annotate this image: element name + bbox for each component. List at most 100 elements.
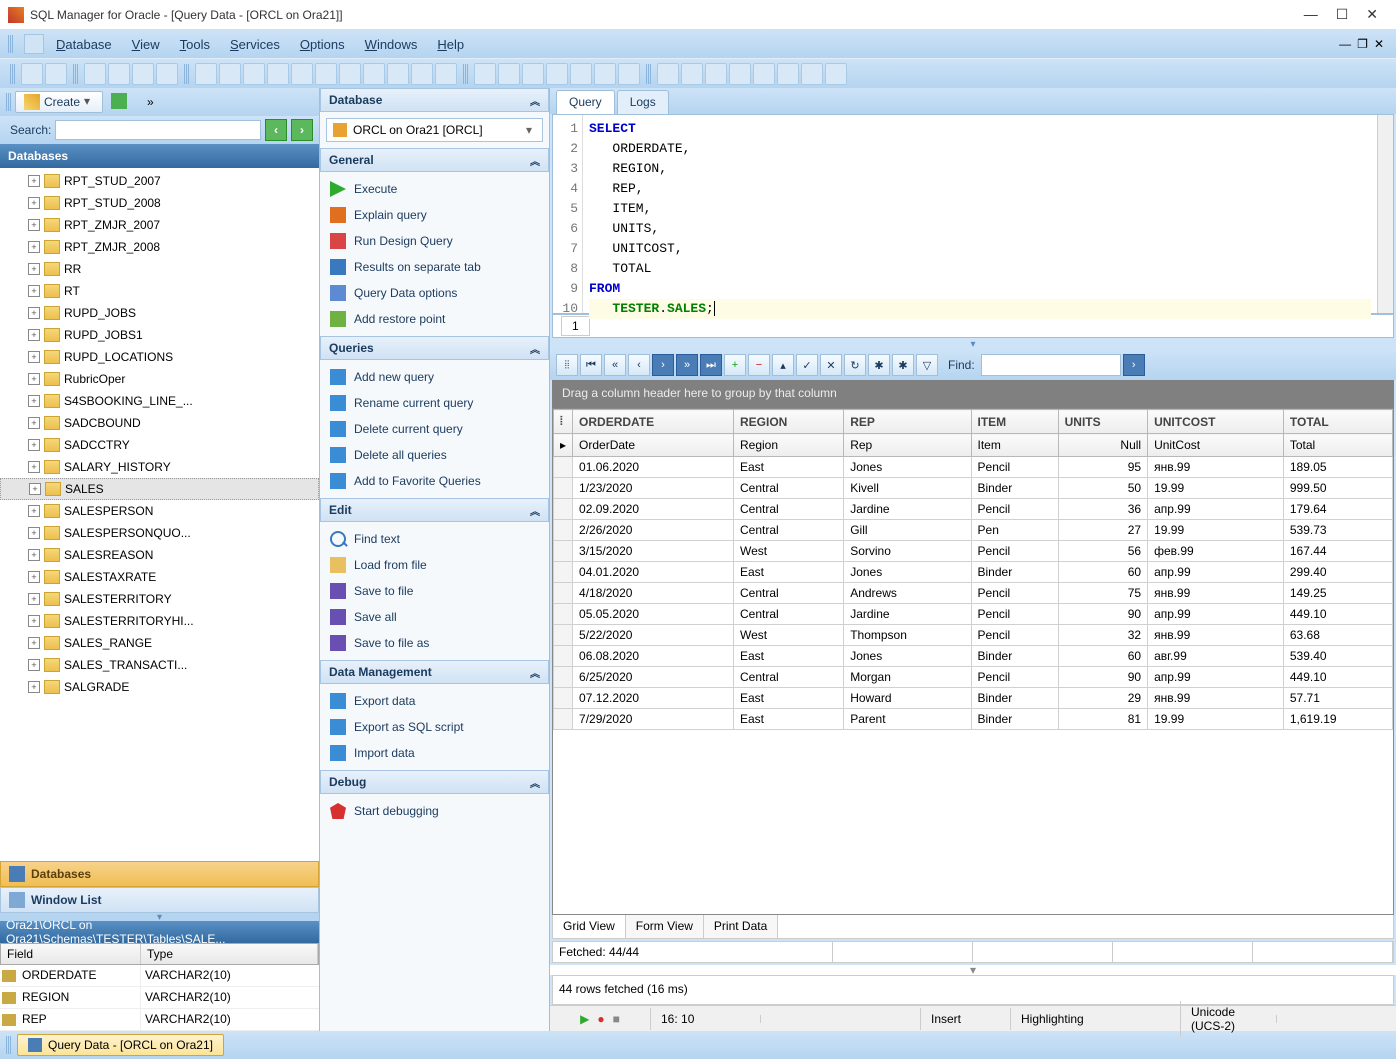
table-row[interactable]: 07.12.2020EastHowardBinder29янв.9957.71	[554, 688, 1393, 709]
goto-bookmark-button[interactable]: ✱	[892, 354, 914, 376]
table-cell[interactable]: 5/22/2020	[573, 625, 734, 646]
tree-item[interactable]: +SALES	[0, 478, 319, 500]
task-item[interactable]: Add to Favorite Queries	[320, 468, 549, 494]
task-header-database[interactable]: Database ︽	[320, 88, 549, 112]
data-grid[interactable]: ⦙ORDERDATEREGIONREPITEMUNITSUNITCOSTTOTA…	[552, 408, 1394, 915]
task-item[interactable]: Query Data options	[320, 280, 549, 306]
toolbar-button[interactable]	[825, 63, 847, 85]
expander-icon[interactable]: +	[28, 461, 40, 473]
toolbar-button[interactable]	[618, 63, 640, 85]
table-cell[interactable]: Binder	[971, 688, 1058, 709]
table-row[interactable]: 3/15/2020WestSorvinoPencil56фев.99167.44	[554, 541, 1393, 562]
table-cell[interactable]: Binder	[971, 709, 1058, 730]
tree-item[interactable]: +RPT_ZMJR_2008	[0, 236, 319, 258]
table-cell[interactable]: 189.05	[1283, 457, 1392, 478]
table-cell[interactable]: 19.99	[1148, 520, 1284, 541]
table-cell[interactable]: Central	[733, 478, 843, 499]
expander-icon[interactable]: +	[28, 615, 40, 627]
table-row[interactable]: 2/26/2020CentralGillPen2719.99539.73	[554, 520, 1393, 541]
table-cell[interactable]: 1/23/2020	[573, 478, 734, 499]
expander-icon[interactable]: +	[28, 175, 40, 187]
toolbar-button[interactable]	[498, 63, 520, 85]
menu-options[interactable]: Options	[292, 33, 353, 56]
refresh-grid-button[interactable]: ↻	[844, 354, 866, 376]
filter-cell[interactable]: Total	[1283, 434, 1392, 457]
toolbar-button[interactable]	[570, 63, 592, 85]
tree-item[interactable]: +SALGRADE	[0, 676, 319, 698]
toolbar-button[interactable]	[522, 63, 544, 85]
column-header[interactable]: ORDERDATE	[573, 410, 734, 434]
filter-cell[interactable]: Rep	[844, 434, 971, 457]
table-cell[interactable]: 60	[1058, 562, 1147, 583]
tab-print-data[interactable]: Print Data	[704, 915, 778, 938]
filter-cell[interactable]: Region	[733, 434, 843, 457]
tree-item[interactable]: +S4SBOOKING_LINE_...	[0, 390, 319, 412]
table-cell[interactable]: Gill	[844, 520, 971, 541]
toolbar-button[interactable]	[315, 63, 337, 85]
table-cell[interactable]: янв.99	[1148, 457, 1284, 478]
toolbar-button[interactable]	[729, 63, 751, 85]
table-cell[interactable]: Pen	[971, 520, 1058, 541]
mdi-minimize-button[interactable]: —	[1339, 37, 1351, 51]
find-go-button[interactable]: ›	[1123, 354, 1145, 376]
table-row[interactable]: 1/23/2020CentralKivellBinder5019.99999.5…	[554, 478, 1393, 499]
table-row[interactable]: 5/22/2020WestThompsonPencil32янв.9963.68	[554, 625, 1393, 646]
tree-item[interactable]: +SALESPERSON	[0, 500, 319, 522]
tree-item[interactable]: +RUPD_LOCATIONS	[0, 346, 319, 368]
task-item[interactable]: Start debugging	[320, 798, 549, 824]
table-cell[interactable]: Binder	[971, 562, 1058, 583]
toolbar-button[interactable]	[21, 63, 43, 85]
expander-icon[interactable]: +	[28, 417, 40, 429]
table-cell[interactable]: 7/29/2020	[573, 709, 734, 730]
task-item[interactable]: Add restore point	[320, 306, 549, 332]
window-tab-query-data[interactable]: Query Data - [ORCL on Ora21]	[17, 1034, 224, 1056]
splitter[interactable]: ▾	[550, 965, 1396, 975]
toolbar-button[interactable]	[435, 63, 457, 85]
table-cell[interactable]: 56	[1058, 541, 1147, 562]
table-cell[interactable]: апр.99	[1148, 562, 1284, 583]
sql-editor[interactable]: 12345678910 SELECT ORDERDATE, REGION, RE…	[552, 114, 1394, 314]
table-cell[interactable]: Pencil	[971, 541, 1058, 562]
table-cell[interactable]: West	[733, 625, 843, 646]
nav-next-button[interactable]: ›	[652, 354, 674, 376]
tree-item[interactable]: +SALARY_HISTORY	[0, 456, 319, 478]
table-cell[interactable]: апр.99	[1148, 604, 1284, 625]
toolbar-button[interactable]	[681, 63, 703, 85]
nav-last-button[interactable]: ⏭	[700, 354, 722, 376]
nav-prev-button[interactable]: ‹	[628, 354, 650, 376]
minimize-button[interactable]: —	[1304, 6, 1318, 23]
filter-grid-button[interactable]: ▽	[916, 354, 938, 376]
column-header[interactable]: ITEM	[971, 410, 1058, 434]
db-tree[interactable]: +RPT_STUD_2007+RPT_STUD_2008+RPT_ZMJR_20…	[0, 168, 319, 861]
table-cell[interactable]: 167.44	[1283, 541, 1392, 562]
tree-item[interactable]: +RPT_STUD_2007	[0, 170, 319, 192]
expander-icon[interactable]: +	[28, 681, 40, 693]
table-cell[interactable]: East	[733, 688, 843, 709]
tab-query[interactable]: Query	[556, 90, 615, 114]
post-button[interactable]: ✓	[796, 354, 818, 376]
table-cell[interactable]: апр.99	[1148, 499, 1284, 520]
bookmark-button[interactable]: ✱	[868, 354, 890, 376]
table-cell[interactable]: Jones	[844, 562, 971, 583]
expander-icon[interactable]: +	[28, 571, 40, 583]
table-cell[interactable]: Pencil	[971, 457, 1058, 478]
toolbar-button[interactable]	[753, 63, 775, 85]
expander-icon[interactable]: +	[28, 505, 40, 517]
table-cell[interactable]: апр.99	[1148, 667, 1284, 688]
task-item[interactable]: Find text	[320, 526, 549, 552]
task-item[interactable]: Execute	[320, 176, 549, 202]
task-header-general[interactable]: General ︽	[320, 148, 549, 172]
table-cell[interactable]: 02.09.2020	[573, 499, 734, 520]
toolbar-button[interactable]	[243, 63, 265, 85]
table-cell[interactable]: янв.99	[1148, 688, 1284, 709]
tree-item[interactable]: +RUPD_JOBS1	[0, 324, 319, 346]
task-header-data[interactable]: Data Management ︽	[320, 660, 549, 684]
tree-item[interactable]: +SADCBOUND	[0, 412, 319, 434]
table-row[interactable]: 4/18/2020CentralAndrewsPencil75янв.99149…	[554, 583, 1393, 604]
table-cell[interactable]: 4/18/2020	[573, 583, 734, 604]
table-cell[interactable]: 19.99	[1148, 709, 1284, 730]
tree-item[interactable]: +SALESREASON	[0, 544, 319, 566]
close-button[interactable]: ✕	[1366, 6, 1378, 23]
menu-help[interactable]: Help	[429, 33, 472, 56]
toolbar-button[interactable]	[267, 63, 289, 85]
